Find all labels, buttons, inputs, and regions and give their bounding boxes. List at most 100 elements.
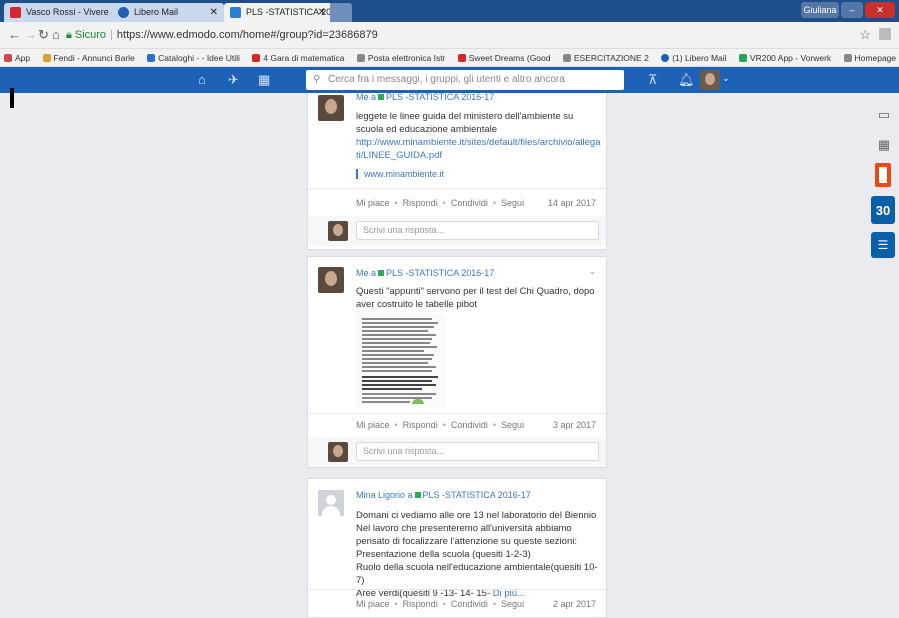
reply-input[interactable]: Scrivi una risposta...	[356, 442, 599, 461]
bookmark-item[interactable]: Posta elettronica Istr	[353, 49, 445, 66]
extension-icon[interactable]	[879, 28, 891, 40]
reload-icon[interactable]: ↻	[38, 27, 49, 43]
like-button[interactable]: Mi piace	[356, 420, 390, 430]
edmodo-header: ⌂ ✈︎ ▦ ⚲ Cerca fra i messaggi, i gruppi,…	[0, 67, 899, 93]
bookmark-item[interactable]: Cataloghi - - Idee Utili	[143, 49, 240, 66]
browser-tab-libero[interactable]: Libero Mail ✕	[112, 3, 224, 22]
libero-favicon-icon	[661, 54, 670, 62]
home-icon[interactable]: ⌂	[52, 27, 60, 42]
close-window-button[interactable]: ✕	[865, 2, 895, 18]
author-avatar[interactable]	[318, 267, 344, 293]
group-link[interactable]: PLS -STATISTICA 2016-17	[423, 490, 531, 500]
chevron-down-icon[interactable]: ⌄	[588, 266, 596, 277]
close-tab-icon[interactable]: ✕	[210, 3, 218, 22]
text-cursor-icon	[10, 88, 14, 108]
reply-button[interactable]: Rispondi	[403, 198, 438, 208]
bookmark-item[interactable]: 4 Gara di matematica	[248, 49, 345, 66]
post-actions: Mi piace • Rispondi • Condividi • Segui	[356, 599, 524, 609]
separator: •	[394, 198, 398, 208]
new-tab-button[interactable]	[330, 3, 352, 22]
quiz-icon[interactable]: ☰	[871, 232, 895, 258]
bookmark-item[interactable]: App	[0, 49, 30, 66]
post-date: 2 apr 2017	[552, 599, 596, 609]
group-link[interactable]: PLS -STATISTICA 2016-17	[386, 268, 494, 278]
close-tab-icon[interactable]: ✕	[318, 3, 326, 22]
address-bar[interactable]: 🔒︎ Sicuro | https://www.edmodo.com/home#/gr…	[66, 26, 866, 45]
bookmark-item[interactable]: Sweet Dreams (Good	[454, 49, 551, 66]
separator: •	[492, 599, 497, 609]
bookmark-item[interactable]: Homepage - Robot F	[840, 49, 899, 66]
minimize-button[interactable]: –	[841, 2, 863, 18]
post-date: 14 apr 2017	[547, 198, 596, 208]
reply-button[interactable]: Rispondi	[403, 420, 438, 430]
bookmark-item[interactable]: ESERCITAZIONE 2	[559, 49, 649, 66]
share-button[interactable]: Condividi	[451, 599, 488, 609]
libero-favicon-icon	[118, 7, 129, 18]
author-name[interactable]: Me a	[356, 268, 376, 278]
user-avatar[interactable]	[700, 70, 720, 90]
office-icon[interactable]	[875, 163, 891, 187]
bookmark-item[interactable]: Fendi - Annunci Barle	[39, 49, 135, 66]
notification-bell-icon[interactable]: 🔔︎	[678, 72, 695, 88]
backpack-icon[interactable]: ⊼	[648, 72, 658, 88]
back-arrow-icon[interactable]: ←	[8, 27, 21, 42]
chevron-down-icon[interactable]: ⌄	[722, 73, 730, 84]
calendar-icon[interactable]: 30	[871, 196, 895, 224]
page-icon	[562, 54, 571, 62]
activity-icon[interactable]: ✈︎	[228, 72, 239, 88]
share-button[interactable]: Condividi	[451, 198, 488, 208]
home-icon[interactable]: ⌂	[198, 72, 206, 87]
like-button[interactable]: Mi piace	[356, 198, 390, 208]
reply-input[interactable]: Scrivi una risposta...	[356, 221, 599, 240]
follow-button[interactable]: Segui	[501, 420, 524, 430]
post-actions: Mi piace • Rispondi • Condividi • Segui	[356, 420, 524, 430]
bookmark-item[interactable]: (1) Libero Mail	[657, 49, 727, 66]
attachment-thumbnail[interactable]	[356, 314, 446, 408]
page-icon	[843, 54, 852, 62]
apps-grid-icon	[4, 54, 12, 62]
post-text: Domani ci vediamo alle ore 13 nel labora…	[356, 510, 598, 599]
group-square-icon	[378, 270, 385, 276]
vorwerk-favicon-icon	[738, 54, 747, 62]
profile-button[interactable]: Giuliana	[801, 2, 839, 18]
apps-grid-icon[interactable]: ▦	[869, 130, 899, 160]
post-text: Questi "appunti" servono per il test del…	[356, 286, 595, 310]
browser-tab-edmodo[interactable]: PLS -STATISTICA 2016-1 ✕	[224, 3, 332, 22]
post-link[interactable]: http://www.minambiente.it/sites/default/…	[356, 136, 601, 162]
search-icon: ⚲	[313, 74, 321, 85]
reply-bar: Scrivi una risposta...	[308, 216, 606, 246]
divider	[308, 589, 606, 590]
bookmark-item[interactable]: VR200 App - Vorwerk	[735, 49, 831, 66]
share-button[interactable]: Condividi	[451, 420, 488, 430]
archive-icon[interactable]: ▭	[869, 100, 899, 130]
reply-bar: Scrivi una risposta...	[308, 437, 606, 467]
browser-toolbar: ← → ↻ ⌂ 🔒︎ Sicuro | https://www.edmodo.com/…	[0, 22, 899, 49]
window-controls: Giuliana – ✕	[801, 2, 895, 18]
bookmark-star-icon[interactable]: ☆	[859, 27, 871, 43]
post-meta: Mina Ligorio a PLS -STATISTICA 2016-17	[356, 490, 531, 500]
follow-button[interactable]: Segui	[501, 599, 524, 609]
like-button[interactable]: Mi piace	[356, 599, 390, 609]
group-square-icon	[414, 492, 421, 498]
page-icon	[356, 54, 365, 62]
separator: •	[394, 599, 398, 609]
forward-arrow-icon[interactable]: →	[24, 27, 37, 42]
link-preview[interactable]: www.minambiente.it	[356, 169, 444, 179]
search-input[interactable]: ⚲ Cerca fra i messaggi, i gruppi, gli ut…	[306, 70, 624, 90]
lock-icon: 🔒︎	[66, 29, 72, 41]
author-avatar[interactable]	[318, 490, 344, 516]
secure-label: Sicuro	[74, 29, 107, 41]
author-name[interactable]: Me a	[356, 92, 376, 102]
reply-avatar	[328, 442, 348, 462]
reply-button[interactable]: Rispondi	[403, 599, 438, 609]
separator: |	[110, 29, 113, 41]
post-actions: Mi piace • Rispondi • Condividi • Segui	[356, 198, 524, 208]
browser-tab-vasco[interactable]: Vasco Rossi - Vivere - Yo	[4, 3, 116, 22]
search-placeholder: Cerca fra i messaggi, i gruppi, gli uten…	[328, 74, 565, 85]
bookmark-favicon-icon	[147, 54, 156, 62]
author-name[interactable]: Mina Ligorio a	[356, 490, 413, 500]
library-icon[interactable]: ▦	[258, 72, 270, 88]
author-avatar[interactable]	[318, 95, 344, 121]
group-link[interactable]: PLS -STATISTICA 2016-17	[386, 92, 494, 102]
follow-button[interactable]: Segui	[501, 198, 524, 208]
